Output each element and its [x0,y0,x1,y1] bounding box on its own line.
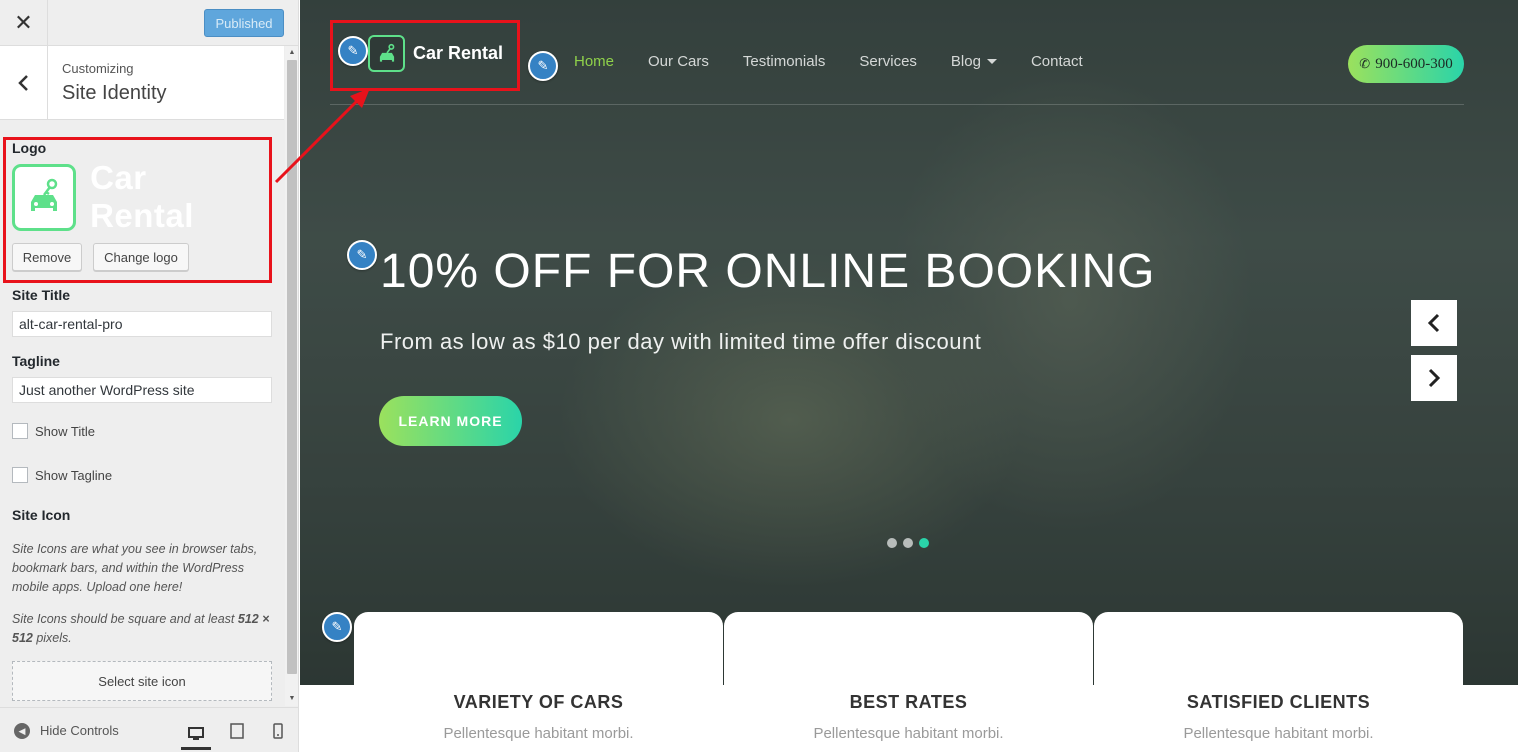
publish-button[interactable]: Published [204,9,284,37]
nav-item-home[interactable]: Home [574,53,614,70]
phone-number: 900-600-300 [1375,55,1453,72]
nav-item-contact[interactable]: Contact [1031,53,1083,70]
slider-dot[interactable] [887,538,897,548]
learn-more-button[interactable]: LEARN MORE [379,396,522,446]
feature-text: Pellentesque habitant morbi. [443,725,634,742]
hero-subtitle: From as low as $10 per day with limited … [380,329,982,354]
feature-card: VARIETY OF CARS Pellentesque habitant mo… [354,612,723,752]
slider-dots [887,538,935,548]
edit-features-pencil-icon[interactable]: ✎ [322,612,352,642]
section-header: Customizing Site Identity [0,46,284,120]
site-icon-label: Site Icon [12,507,71,523]
hero-title: 10% OFF FOR ONLINE BOOKING [380,245,1156,298]
logo-label: Logo [12,140,47,156]
hero-slider: ✎ Car Rental ✎ Home Our Cars Testimonial… [300,0,1518,685]
logo-text: Car Rental [413,43,504,63]
car-key-icon [12,163,77,231]
scroll-up-arrow-icon[interactable]: ▲ [285,46,298,60]
show-title-checkbox[interactable] [12,423,28,439]
phone-icon: ✆ [1359,56,1371,71]
slider-next-arrow-icon[interactable] [1411,355,1457,401]
show-tagline-label: Show Tagline [35,468,113,483]
site-preview: ✎ Car Rental ✎ Home Our Cars Testimonial… [300,0,1518,752]
mobile-preview-icon[interactable] [268,721,288,741]
tagline-input[interactable]: Just another WordPress site [12,377,272,403]
feature-card: BEST RATES Pellentesque habitant morbi. [724,612,1093,752]
site-logo[interactable]: Car Rental [368,35,503,72]
back-arrow-icon[interactable] [0,46,48,119]
site-icon-size-note: Site Icons should be square and at least… [12,612,270,645]
section-title: Site Identity [62,82,167,104]
show-tagline-checkbox[interactable] [12,467,28,483]
hide-controls-icon[interactable]: ◀ [14,723,30,739]
edit-menu-pencil-icon[interactable]: ✎ [528,51,558,81]
hide-controls-button[interactable]: Hide Controls [40,723,119,738]
edit-slider-pencil-icon[interactable]: ✎ [347,240,377,270]
edit-logo-pencil-icon[interactable]: ✎ [338,36,368,66]
show-title-label: Show Title [35,424,95,439]
nav-item-services[interactable]: Services [859,53,917,70]
customizer-header: ✕ Published [0,0,298,46]
select-site-icon-button[interactable]: Select site icon [12,661,272,701]
nav-item-our-cars[interactable]: Our Cars [648,53,709,70]
feature-text: Pellentesque habitant morbi. [813,725,1004,742]
desktop-preview-icon[interactable] [181,720,211,750]
feature-title: VARIETY OF CARS [453,692,624,712]
feature-title: BEST RATES [849,692,968,712]
slider-dot-active[interactable] [919,538,929,548]
nav-item-blog-label: Blog [950,53,981,70]
customizer-sidebar: ✕ Published ▲ ▼ Customizing Site Identit… [0,0,299,752]
remove-logo-button[interactable]: Remove [12,243,82,271]
customizer-footer: ◀ Hide Controls [0,707,298,752]
logo-preview-text: Car Rental [90,159,194,234]
close-icon[interactable]: ✕ [0,0,48,45]
nav-item-testimonials[interactable]: Testimonials [743,53,826,70]
feature-text: Pellentesque habitant morbi. [1183,725,1374,742]
site-title-input[interactable]: alt-car-rental-pro [12,311,272,337]
tagline-label: Tagline [12,353,60,369]
phone-button[interactable]: ✆ 900-600-300 [1348,45,1464,83]
feature-card: SATISFIED CLIENTS Pellentesque habitant … [1094,612,1463,752]
slider-dot[interactable] [903,538,913,548]
header-divider [330,104,1464,105]
nav-item-blog[interactable]: Blog [951,53,997,70]
slider-prev-arrow-icon[interactable] [1411,300,1457,346]
tablet-preview-icon[interactable] [227,721,247,741]
main-nav: Home Our Cars Testimonials Services Blog… [574,53,1117,70]
annotation-arrow [274,88,370,184]
car-key-icon [368,35,405,72]
logo-preview: Car Rental [12,159,252,234]
chevron-down-icon [986,59,997,64]
scroll-down-arrow-icon[interactable]: ▼ [285,692,298,706]
site-title-label: Site Title [12,287,71,303]
breadcrumb: Customizing [62,61,134,76]
site-icon-description: Site Icons are what you see in browser t… [12,542,258,594]
change-logo-button[interactable]: Change logo [93,243,189,271]
feature-title: SATISFIED CLIENTS [1186,692,1371,712]
